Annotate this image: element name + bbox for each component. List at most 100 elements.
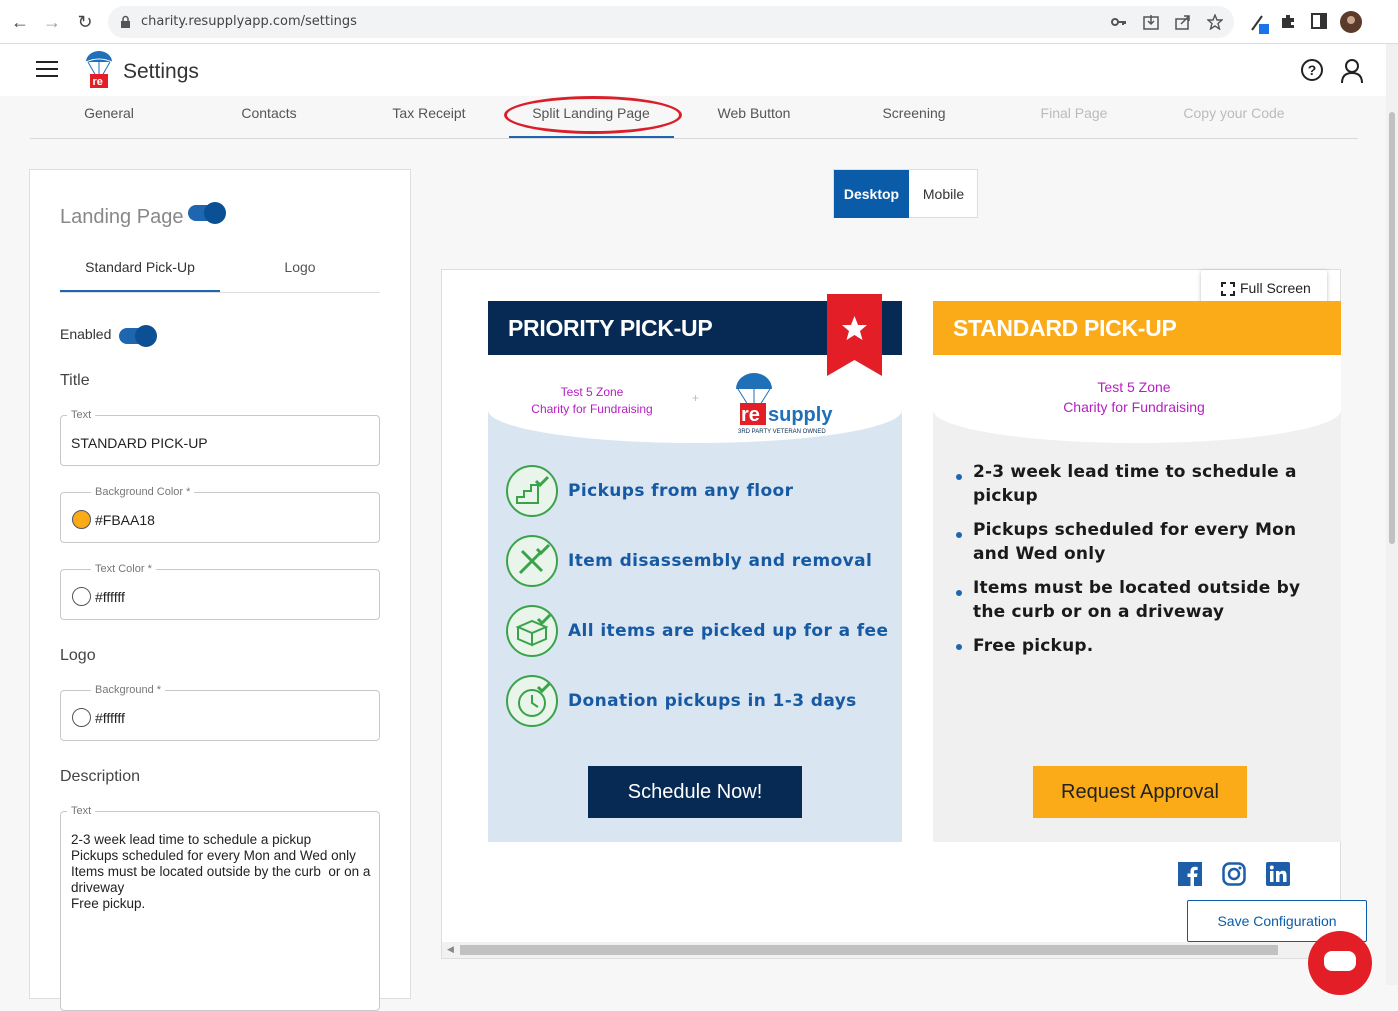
list-item: Free pickup. [953,634,1323,658]
tab-general[interactable]: General [29,105,189,121]
feature-text: Pickups from any floor [568,481,794,501]
landing-page-heading: Landing Page [60,206,184,228]
settings-panel: Landing Page Standard Pick-Up Logo Enabl… [29,169,411,1011]
url-text: charity.resupplyapp.com/settings [141,14,357,29]
clock-icon [506,675,558,727]
landing-page-preview: Full Screen PRIORITY PICK-UP Test 5 Zone… [441,269,1341,959]
annotation-circle [504,96,682,134]
bullet-text: Free pickup. [973,636,1094,656]
share-icon[interactable] [1175,14,1191,30]
svg-text:re: re [741,404,760,426]
stairs-icon [506,465,558,517]
puzzle-icon[interactable] [1280,13,1296,29]
priority-charity-line1: Test 5 Zone [560,385,624,399]
extension-pen-icon[interactable] [1250,12,1270,34]
logo-background-field[interactable]: Background * #ffffff [60,684,380,741]
resupply-tagline: 3RD PARTY VETERAN OWNED [738,429,826,435]
horizontal-scroll-thumb[interactable] [460,945,1278,955]
priority-title: PRIORITY PICK-UP [508,315,713,341]
feature-text: Item disassembly and removal [568,551,873,571]
svg-text:re: re [93,76,103,88]
priority-ribbon [827,294,882,376]
description-textarea[interactable]: Text 2-3 week lead time to schedule a pi… [60,805,380,1011]
bullet-text: Pickups scheduled for every Mon and Wed … [973,520,1297,564]
feature-text: Donation pickups in 1-3 days [568,691,857,711]
facebook-icon[interactable] [1178,862,1202,886]
back-arrow-icon[interactable]: ← [8,10,32,34]
chat-bubble-icon [1324,951,1356,971]
schedule-now-button[interactable]: Schedule Now! [588,766,802,818]
text-color-swatch[interactable] [72,587,91,606]
text-color-label: Text Color * [91,563,156,575]
install-icon[interactable] [1143,14,1159,30]
priority-charity-line2: Charity for Fundraising [531,402,653,416]
help-icon[interactable]: ? [1301,59,1323,81]
request-approval-button[interactable]: Request Approval [1033,766,1247,818]
reload-icon[interactable]: ↻ [73,10,97,34]
svg-text:supply: supply [768,404,833,426]
logo-background-label: Background * [91,684,166,696]
tab-copy-your-code[interactable]: Copy your Code [1154,105,1314,121]
desktop-button[interactable]: Desktop [834,170,909,218]
standard-pickup-card: STANDARD PICK-UP Test 5 Zone Charity for… [933,301,1341,842]
standard-charity-line2: Charity for Fundraising [1063,399,1205,415]
browser-toolbar: ← → ↻ charity.resupplyapp.com/settings [0,0,1398,44]
instagram-icon[interactable] [1222,862,1246,886]
horizontal-scrollbar[interactable]: ◀ [442,942,1340,958]
tab-tax-receipt[interactable]: Tax Receipt [349,105,509,121]
background-color-label: Background Color * [91,486,195,498]
background-color-value: #FBAA18 [95,512,155,528]
chat-widget-button[interactable] [1308,931,1372,995]
settings-tabs: General Contacts Tax Receipt Split Landi… [30,96,1358,139]
user-icon[interactable] [1340,58,1364,84]
enabled-toggle[interactable] [119,325,157,347]
title-text-label: Text [67,409,96,421]
subtab-logo[interactable]: Logo [220,259,380,275]
resupply-logo: re [85,51,113,88]
standard-logo-area: Test 5 Zone Charity for Fundraising [933,355,1341,443]
title-text-value: STANDARD PICK-UP [71,435,208,451]
plus-sign: + [692,391,700,405]
description-section-label: Description [60,768,141,785]
standard-header: STANDARD PICK-UP [933,301,1341,355]
linkedin-icon[interactable] [1266,862,1290,886]
tab-web-button[interactable]: Web Button [674,105,834,121]
expand-icon [1221,282,1235,296]
star-icon[interactable] [1207,14,1223,30]
mobile-button[interactable]: Mobile [909,170,978,218]
priority-pickup-card: PRIORITY PICK-UP Test 5 Zone Charity for… [488,294,902,842]
full-screen-label: Full Screen [1240,280,1311,296]
key-icon[interactable] [1111,15,1127,29]
view-toggle: Desktop Mobile [833,169,978,218]
tab-contacts[interactable]: Contacts [189,105,349,121]
background-color-swatch[interactable] [72,510,91,529]
forward-arrow-icon[interactable]: → [40,10,64,34]
description-text-value: 2-3 week lead time to schedule a pickup … [71,832,371,911]
logo-section-label: Logo [60,647,96,664]
sidebar-icon[interactable] [1311,13,1327,29]
list-item: Pickups scheduled for every Mon and Wed … [953,518,1323,566]
scroll-left-icon[interactable]: ◀ [447,944,454,955]
address-bar[interactable]: charity.resupplyapp.com/settings [108,6,1234,38]
logo-background-swatch[interactable] [72,708,91,727]
text-color-field[interactable]: Text Color * #ffffff [60,563,380,620]
subtab-standard-pickup[interactable]: Standard Pick-Up [60,259,220,275]
profile-avatar-icon[interactable] [1340,11,1362,33]
vertical-scroll-thumb[interactable] [1389,112,1395,544]
text-color-value: #ffffff [95,589,125,605]
lock-icon [121,15,130,28]
background-color-field[interactable]: Background Color * #FBAA18 [60,486,380,543]
vertical-scrollbar[interactable] [1386,44,1398,985]
landing-page-toggle[interactable] [188,202,226,224]
title-section-label: Title [60,372,90,389]
box-heart-icon [506,605,558,657]
enabled-label: Enabled [60,326,112,342]
standard-charity-line1: Test 5 Zone [1097,379,1171,395]
page-title: Settings [123,60,199,83]
tab-final-page[interactable]: Final Page [994,105,1154,121]
active-subtab-indicator [60,290,220,292]
tab-screening[interactable]: Screening [834,105,994,121]
standard-title: STANDARD PICK-UP [953,315,1177,341]
menu-icon[interactable] [36,61,58,77]
title-text-field[interactable]: Text STANDARD PICK-UP [60,409,380,466]
